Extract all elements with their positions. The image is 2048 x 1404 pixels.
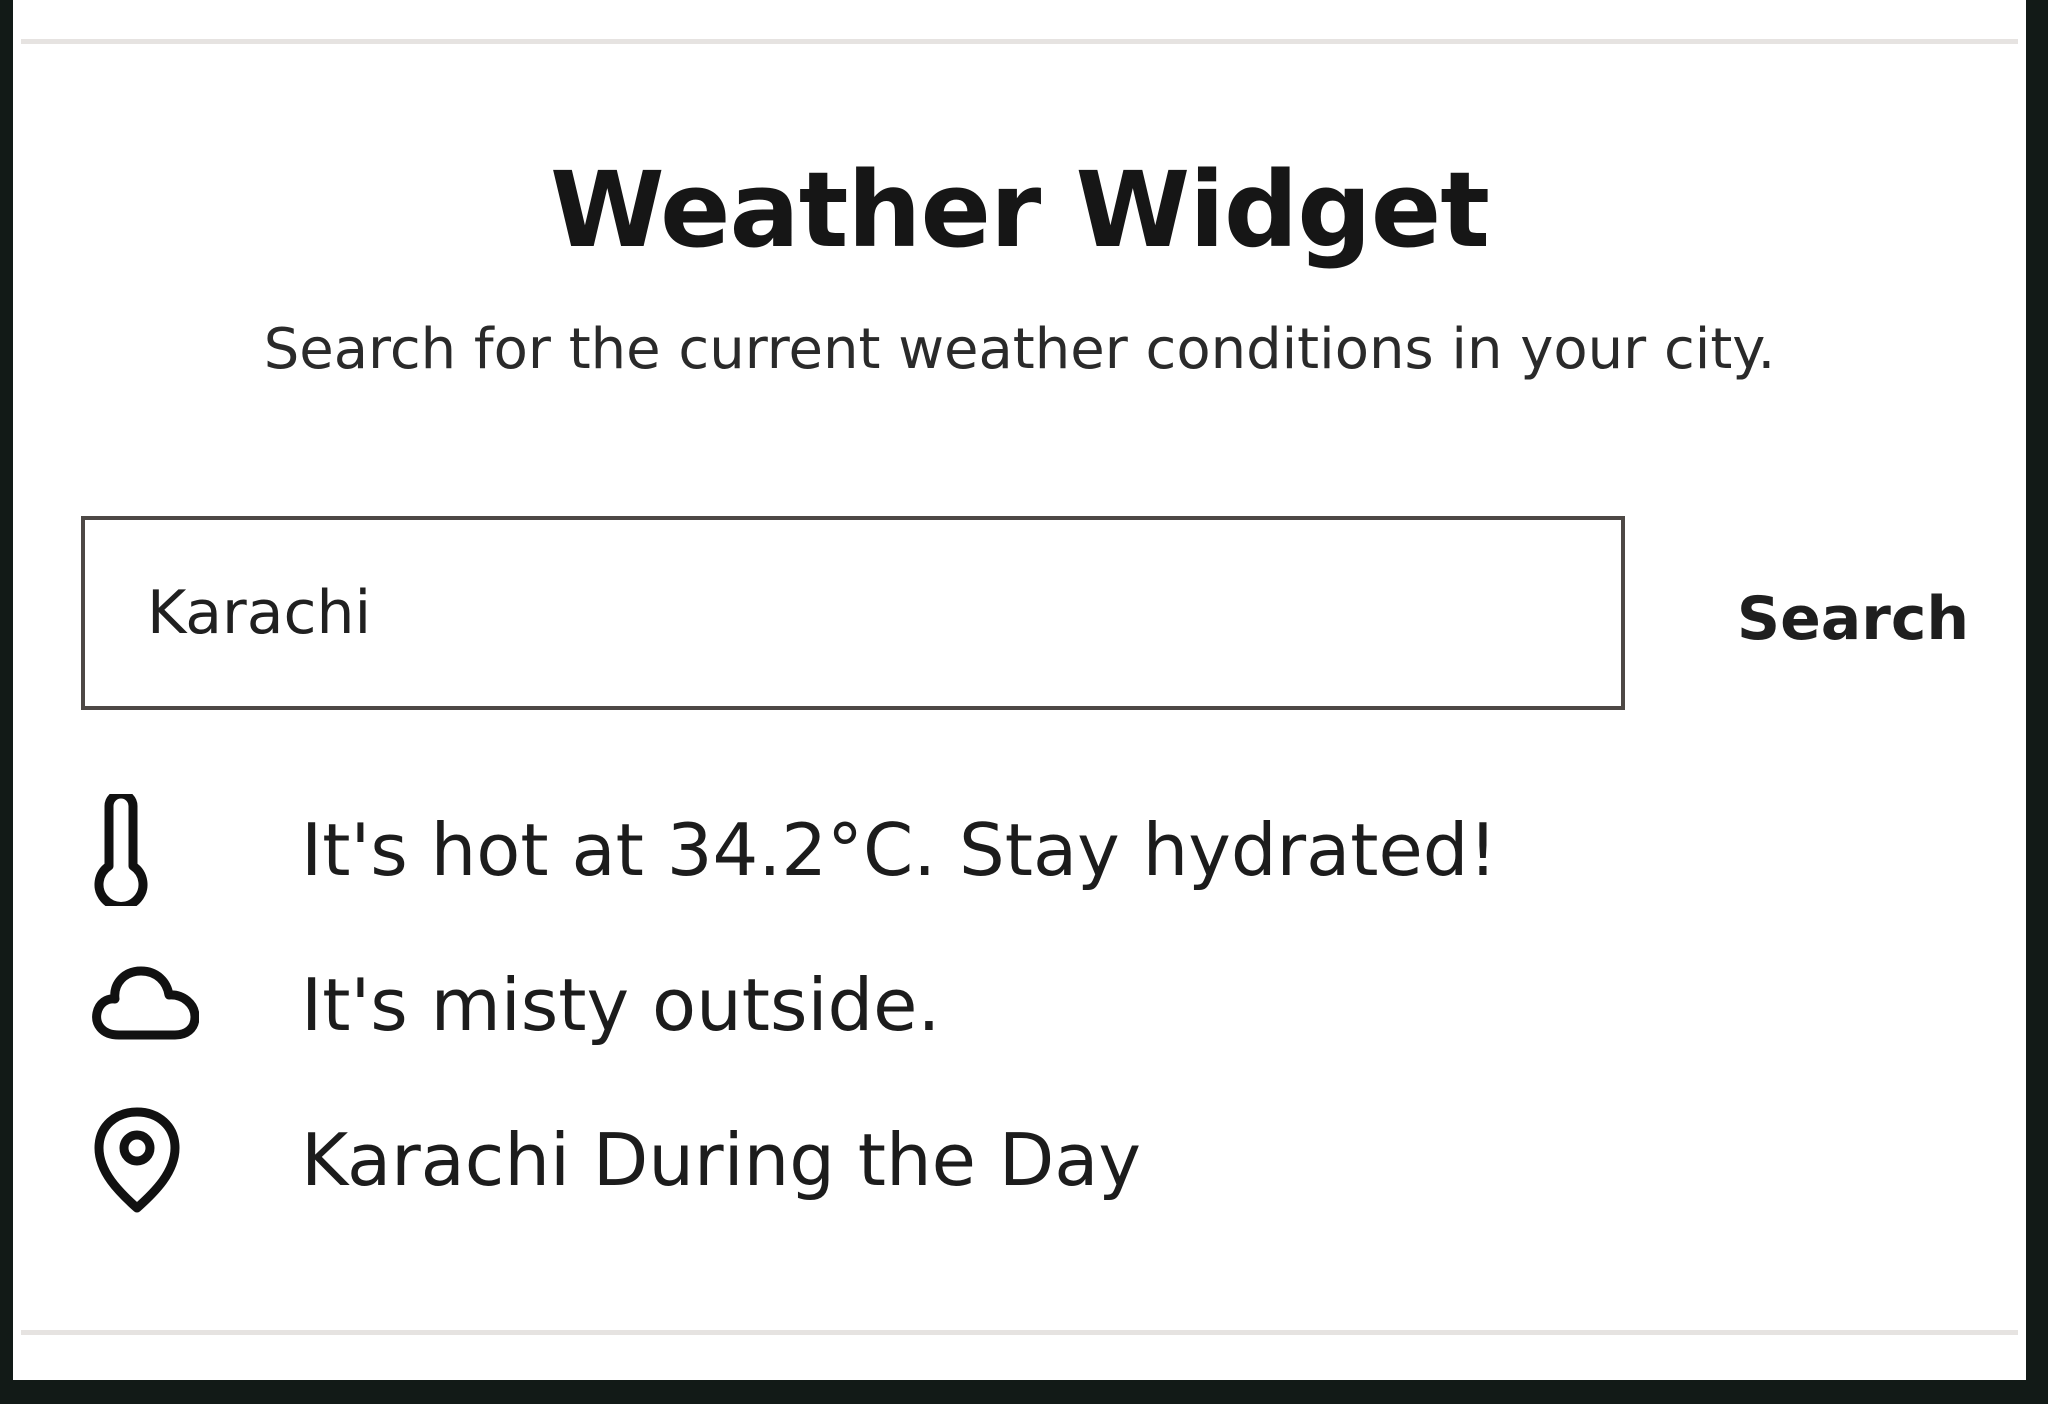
location-pin-icon: [91, 1100, 221, 1220]
thermometer-icon: [91, 790, 221, 910]
location-message: Karachi During the Day: [301, 1118, 1142, 1202]
condition-row: It's misty outside.: [91, 945, 1591, 1065]
temperature-row: It's hot at 34.2°C. Stay hydrated!: [91, 790, 1591, 910]
temperature-message: It's hot at 34.2°C. Stay hydrated!: [301, 808, 1498, 892]
search-button[interactable]: Search: [1713, 574, 1993, 664]
bottom-divider: [21, 1330, 2018, 1335]
widget-subtitle: Search for the current weather condition…: [263, 317, 1776, 382]
widget-title: Weather Widget: [549, 149, 1490, 271]
condition-message: It's misty outside.: [301, 963, 941, 1047]
weather-widget: Weather Widget Search for the current we…: [13, 0, 2026, 1380]
city-search-input[interactable]: [81, 516, 1625, 710]
location-row: Karachi During the Day: [91, 1100, 1591, 1220]
top-divider: [21, 39, 2018, 44]
cloud-icon: [91, 945, 221, 1065]
